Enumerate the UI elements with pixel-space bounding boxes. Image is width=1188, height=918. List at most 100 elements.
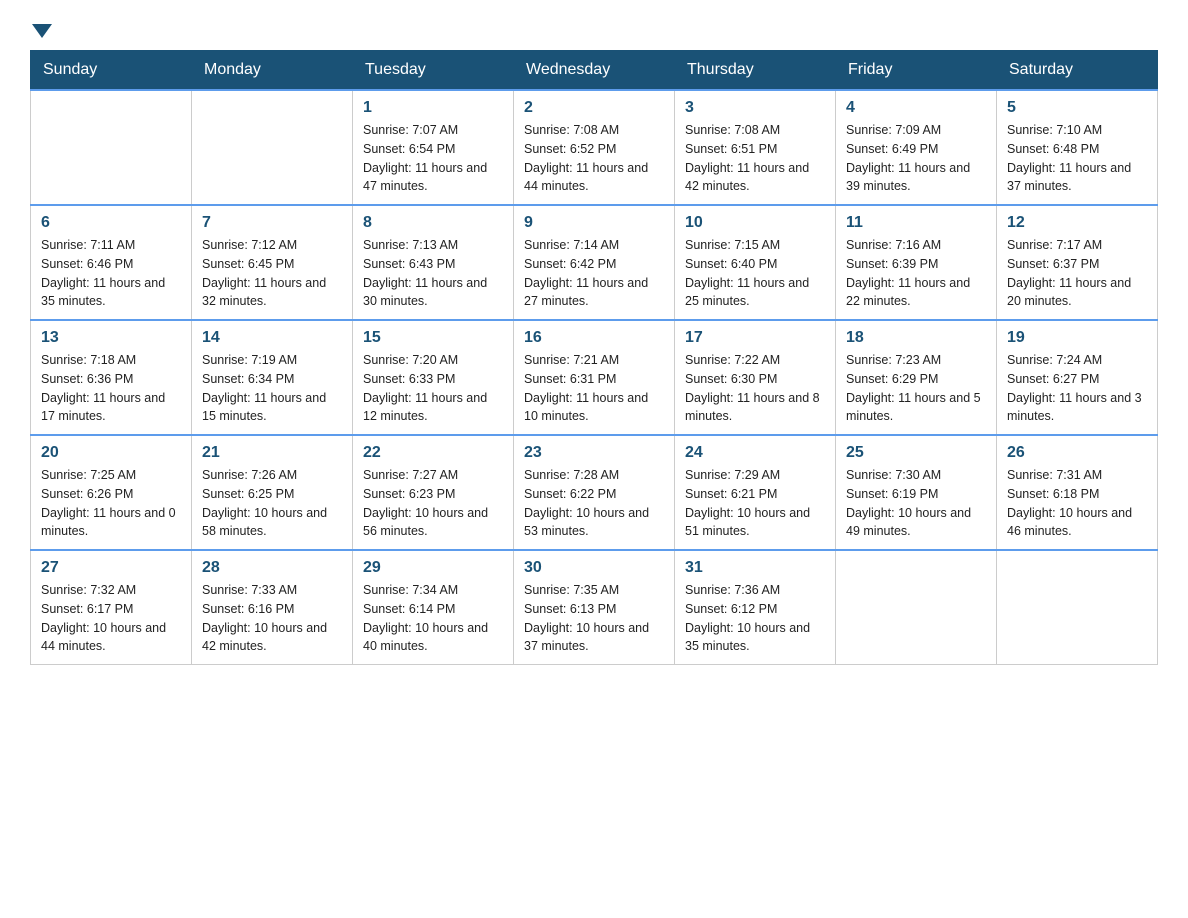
day-info: Sunrise: 7:17 AM Sunset: 6:37 PM Dayligh… (1007, 236, 1147, 311)
calendar-cell: 25Sunrise: 7:30 AM Sunset: 6:19 PM Dayli… (836, 435, 997, 550)
calendar-cell: 29Sunrise: 7:34 AM Sunset: 6:14 PM Dayli… (353, 550, 514, 665)
day-header-saturday: Saturday (997, 51, 1158, 91)
day-number: 21 (202, 444, 342, 462)
calendar-cell (192, 90, 353, 205)
calendar-cell (31, 90, 192, 205)
day-info: Sunrise: 7:16 AM Sunset: 6:39 PM Dayligh… (846, 236, 986, 311)
day-info: Sunrise: 7:09 AM Sunset: 6:49 PM Dayligh… (846, 121, 986, 196)
day-number: 15 (363, 329, 503, 347)
day-number: 10 (685, 214, 825, 232)
day-number: 16 (524, 329, 664, 347)
day-info: Sunrise: 7:32 AM Sunset: 6:17 PM Dayligh… (41, 581, 181, 656)
calendar-table: SundayMondayTuesdayWednesdayThursdayFrid… (30, 50, 1158, 665)
day-info: Sunrise: 7:31 AM Sunset: 6:18 PM Dayligh… (1007, 466, 1147, 541)
calendar-cell: 13 Sunrise: 7:18 AM Sunset: 6:36 PM Dayli… (31, 320, 192, 435)
calendar-cell: 24Sunrise: 7:29 AM Sunset: 6:21 PM Dayli… (675, 435, 836, 550)
calendar-week-1: 1 Sunrise: 7:07 AM Sunset: 6:54 PM Daylig… (31, 90, 1158, 205)
day-number: 2 (524, 99, 664, 117)
day-number: 13 (41, 329, 181, 347)
calendar-cell: 18 Sunrise: 7:23 AM Sunset: 6:29 PM Dayli… (836, 320, 997, 435)
day-header-monday: Monday (192, 51, 353, 91)
day-header-sunday: Sunday (31, 51, 192, 91)
day-info: Sunrise: 7:36 AM Sunset: 6:12 PM Dayligh… (685, 581, 825, 656)
calendar-cell: 20 Sunrise: 7:25 AM Sunset: 6:26 PM Dayli… (31, 435, 192, 550)
day-info: Sunrise: 7:08 AM Sunset: 6:51 PM Dayligh… (685, 121, 825, 196)
calendar-cell: 17 Sunrise: 7:22 AM Sunset: 6:30 PM Dayli… (675, 320, 836, 435)
day-info: Sunrise: 7:24 AM Sunset: 6:27 PM Dayligh… (1007, 351, 1147, 426)
calendar-cell: 30 Sunrise: 7:35 AM Sunset: 6:13 PM Dayli… (514, 550, 675, 665)
calendar-cell: 16Sunrise: 7:21 AM Sunset: 6:31 PM Dayli… (514, 320, 675, 435)
day-info: Sunrise: 7:34 AM Sunset: 6:14 PM Dayligh… (363, 581, 503, 656)
day-info: Sunrise: 7:26 AM Sunset: 6:25 PM Dayligh… (202, 466, 342, 541)
calendar-cell: 23 Sunrise: 7:28 AM Sunset: 6:22 PM Dayli… (514, 435, 675, 550)
day-info: Sunrise: 7:25 AM Sunset: 6:26 PM Dayligh… (41, 466, 181, 541)
calendar-cell: 10Sunrise: 7:15 AM Sunset: 6:40 PM Dayli… (675, 205, 836, 320)
day-number: 30 (524, 559, 664, 577)
day-number: 19 (1007, 329, 1147, 347)
calendar-cell: 28Sunrise: 7:33 AM Sunset: 6:16 PM Dayli… (192, 550, 353, 665)
day-number: 8 (363, 214, 503, 232)
calendar-cell (836, 550, 997, 665)
calendar-cell: 22 Sunrise: 7:27 AM Sunset: 6:23 PM Dayli… (353, 435, 514, 550)
day-number: 23 (524, 444, 664, 462)
day-number: 7 (202, 214, 342, 232)
day-info: Sunrise: 7:28 AM Sunset: 6:22 PM Dayligh… (524, 466, 664, 541)
calendar-cell: 11 Sunrise: 7:16 AM Sunset: 6:39 PM Dayli… (836, 205, 997, 320)
day-header-friday: Friday (836, 51, 997, 91)
day-number: 11 (846, 214, 986, 232)
day-number: 9 (524, 214, 664, 232)
day-number: 1 (363, 99, 503, 117)
day-number: 4 (846, 99, 986, 117)
calendar-week-5: 27 Sunrise: 7:32 AM Sunset: 6:17 PM Dayli… (31, 550, 1158, 665)
day-info: Sunrise: 7:18 AM Sunset: 6:36 PM Dayligh… (41, 351, 181, 426)
calendar-cell: 14Sunrise: 7:19 AM Sunset: 6:34 PM Dayli… (192, 320, 353, 435)
day-number: 17 (685, 329, 825, 347)
day-info: Sunrise: 7:35 AM Sunset: 6:13 PM Dayligh… (524, 581, 664, 656)
day-number: 6 (41, 214, 181, 232)
calendar-cell (997, 550, 1158, 665)
day-number: 28 (202, 559, 342, 577)
day-info: Sunrise: 7:22 AM Sunset: 6:30 PM Dayligh… (685, 351, 825, 426)
calendar-body: 1 Sunrise: 7:07 AM Sunset: 6:54 PM Daylig… (31, 90, 1158, 665)
calendar-header-row: SundayMondayTuesdayWednesdayThursdayFrid… (31, 51, 1158, 91)
day-number: 27 (41, 559, 181, 577)
day-header-tuesday: Tuesday (353, 51, 514, 91)
calendar-cell: 2 Sunrise: 7:08 AM Sunset: 6:52 PM Daylig… (514, 90, 675, 205)
day-info: Sunrise: 7:27 AM Sunset: 6:23 PM Dayligh… (363, 466, 503, 541)
calendar-cell: 15 Sunrise: 7:20 AM Sunset: 6:33 PM Dayli… (353, 320, 514, 435)
calendar-cell: 27 Sunrise: 7:32 AM Sunset: 6:17 PM Dayli… (31, 550, 192, 665)
day-number: 20 (41, 444, 181, 462)
calendar-cell: 21 Sunrise: 7:26 AM Sunset: 6:25 PM Dayli… (192, 435, 353, 550)
day-header-wednesday: Wednesday (514, 51, 675, 91)
calendar-cell: 19 Sunrise: 7:24 AM Sunset: 6:27 PM Dayli… (997, 320, 1158, 435)
calendar-cell: 9 Sunrise: 7:14 AM Sunset: 6:42 PM Daylig… (514, 205, 675, 320)
calendar-week-3: 13 Sunrise: 7:18 AM Sunset: 6:36 PM Dayli… (31, 320, 1158, 435)
day-info: Sunrise: 7:07 AM Sunset: 6:54 PM Dayligh… (363, 121, 503, 196)
day-number: 26 (1007, 444, 1147, 462)
day-info: Sunrise: 7:20 AM Sunset: 6:33 PM Dayligh… (363, 351, 503, 426)
day-info: Sunrise: 7:10 AM Sunset: 6:48 PM Dayligh… (1007, 121, 1147, 196)
calendar-cell: 3Sunrise: 7:08 AM Sunset: 6:51 PM Daylig… (675, 90, 836, 205)
day-info: Sunrise: 7:14 AM Sunset: 6:42 PM Dayligh… (524, 236, 664, 311)
day-number: 22 (363, 444, 503, 462)
calendar-cell: 12 Sunrise: 7:17 AM Sunset: 6:37 PM Dayli… (997, 205, 1158, 320)
logo-arrow-icon (32, 24, 52, 38)
day-info: Sunrise: 7:23 AM Sunset: 6:29 PM Dayligh… (846, 351, 986, 426)
day-number: 18 (846, 329, 986, 347)
calendar-week-2: 6Sunrise: 7:11 AM Sunset: 6:46 PM Daylig… (31, 205, 1158, 320)
day-info: Sunrise: 7:12 AM Sunset: 6:45 PM Dayligh… (202, 236, 342, 311)
calendar-week-4: 20 Sunrise: 7:25 AM Sunset: 6:26 PM Dayli… (31, 435, 1158, 550)
day-number: 12 (1007, 214, 1147, 232)
day-number: 31 (685, 559, 825, 577)
calendar-cell: 6Sunrise: 7:11 AM Sunset: 6:46 PM Daylig… (31, 205, 192, 320)
day-info: Sunrise: 7:29 AM Sunset: 6:21 PM Dayligh… (685, 466, 825, 541)
day-info: Sunrise: 7:13 AM Sunset: 6:43 PM Dayligh… (363, 236, 503, 311)
day-info: Sunrise: 7:19 AM Sunset: 6:34 PM Dayligh… (202, 351, 342, 426)
day-header-thursday: Thursday (675, 51, 836, 91)
calendar-cell: 26 Sunrise: 7:31 AM Sunset: 6:18 PM Dayli… (997, 435, 1158, 550)
day-info: Sunrise: 7:30 AM Sunset: 6:19 PM Dayligh… (846, 466, 986, 541)
day-number: 5 (1007, 99, 1147, 117)
calendar-cell: 7 Sunrise: 7:12 AM Sunset: 6:45 PM Daylig… (192, 205, 353, 320)
day-info: Sunrise: 7:08 AM Sunset: 6:52 PM Dayligh… (524, 121, 664, 196)
calendar-cell: 4 Sunrise: 7:09 AM Sunset: 6:49 PM Daylig… (836, 90, 997, 205)
